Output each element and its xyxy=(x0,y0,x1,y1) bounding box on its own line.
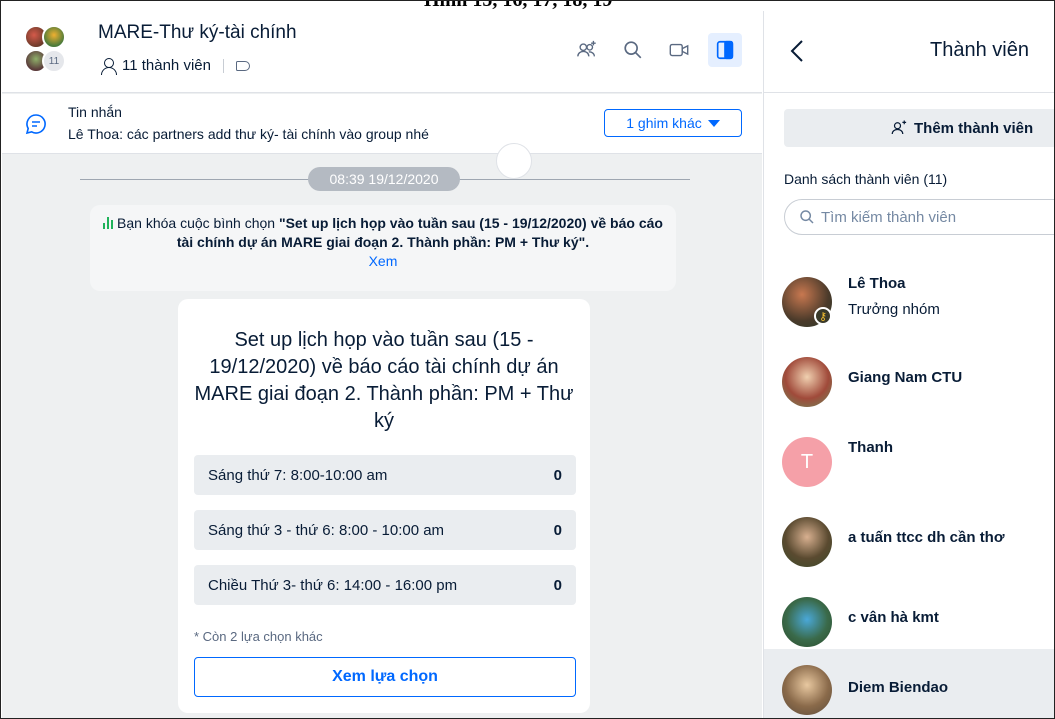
members-header: Thành viên xyxy=(764,11,1054,93)
avatar xyxy=(782,517,832,567)
add-member-button[interactable]: Thêm thành viên xyxy=(784,109,1054,147)
poll-option[interactable]: Sáng thứ 7: 8:00-10:00 am 0 xyxy=(194,455,576,495)
back-arrow-icon[interactable] xyxy=(786,35,810,67)
chat-header: 11 MARE-Thư ký-tài chính 11 thành viên xyxy=(2,11,762,93)
person-icon xyxy=(100,57,117,75)
poll-option[interactable]: Sáng thứ 3 - thứ 6: 8:00 - 10:00 am 0 xyxy=(194,510,576,550)
poll-option-label: Chiều Thứ 3- thứ 6: 14:00 - 16:00 pm xyxy=(208,576,458,594)
poll-option-count: 0 xyxy=(553,576,562,594)
poll-icon xyxy=(103,217,114,229)
poll-option[interactable]: Chiều Thứ 3- thứ 6: 14:00 - 16:00 pm 0 xyxy=(194,565,576,605)
sidebar-toggle-button[interactable] xyxy=(708,33,742,67)
more-pins-button[interactable]: 1 ghim khác xyxy=(604,109,742,137)
app-window: Hình 15, 16, 17, 18, 19 11 MARE-Thư ký-t… xyxy=(0,0,1055,719)
member-item[interactable]: a tuấn ttcc dh cần thơ xyxy=(764,501,1054,581)
tag-icon[interactable] xyxy=(235,60,250,71)
poll-question: Set up lịch họp vào tuần sau (15 - 19/12… xyxy=(194,329,574,432)
search-icon xyxy=(624,41,642,59)
caption-text: Hình 15, 16, 17, 18, 19 xyxy=(424,1,612,11)
member-name: Diem Biendao xyxy=(848,679,949,696)
add-member-label: Thêm thành viên xyxy=(914,119,1034,137)
poll-card: Set up lịch họp vào tuần sau (15 - 19/12… xyxy=(178,299,590,713)
add-member-icon xyxy=(577,40,596,57)
poll-option-label: Sáng thứ 3 - thứ 6: 8:00 - 10:00 am xyxy=(208,521,445,539)
time-stamp: 08:39 19/12/2020 xyxy=(308,167,460,191)
sidebar-toggle-icon xyxy=(716,40,734,60)
member-list-title: Danh sách thành viên (11) xyxy=(784,171,948,187)
avatar xyxy=(42,25,66,49)
add-member-icon xyxy=(891,120,907,135)
view-link[interactable]: Xem xyxy=(369,253,398,269)
header-actions xyxy=(570,33,742,67)
more-options-note: * Còn 2 lựa chọn khác xyxy=(194,629,323,644)
member-info: 11 thành viên xyxy=(100,57,250,75)
poll-option-label: Sáng thứ 7: 8:00-10:00 am xyxy=(208,466,388,484)
member-item[interactable]: Diem Biendao xyxy=(764,649,1054,718)
members-title: Thành viên xyxy=(930,39,1029,61)
chat-bubble-icon xyxy=(25,114,46,135)
search-placeholder: Tìm kiếm thành viên xyxy=(821,208,957,226)
add-member-button[interactable] xyxy=(570,33,604,67)
chat-panel: 11 MARE-Thư ký-tài chính 11 thành viên T… xyxy=(2,11,762,718)
pinned-title: Tin nhắn xyxy=(68,104,122,120)
member-name: Lê Thoa xyxy=(848,275,906,292)
page-caption: Hình 15, 16, 17, 18, 19 xyxy=(1,1,1054,11)
member-name: Thanh xyxy=(848,439,893,456)
system-message: Bạn khóa cuộc bình chọn "Set up lịch họp… xyxy=(90,205,676,291)
member-name: Giang Nam CTU xyxy=(848,369,963,386)
member-count-link[interactable]: 11 thành viên xyxy=(122,57,211,74)
scroll-down-button[interactable] xyxy=(496,143,532,179)
search-button[interactable] xyxy=(616,33,650,67)
member-search-input[interactable]: Tìm kiếm thành viên xyxy=(784,199,1054,235)
avatar xyxy=(782,357,832,407)
pinned-message-bar[interactable]: Tin nhắn Lê Thoa: các partners add thư k… xyxy=(2,94,762,154)
member-name: a tuấn ttcc dh cần thơ xyxy=(848,529,1005,546)
member-name: c vân hà kmt xyxy=(848,609,939,626)
member-item[interactable]: T Thanh xyxy=(764,421,1054,501)
poll-option-count: 0 xyxy=(553,521,562,539)
group-avatar[interactable]: 11 xyxy=(22,23,84,79)
divider xyxy=(222,58,224,73)
caret-down-icon xyxy=(707,119,720,127)
member-role: Trưởng nhóm xyxy=(848,301,940,318)
video-call-button[interactable] xyxy=(662,33,696,67)
avatar-count-badge: 11 xyxy=(42,49,66,73)
system-message-prefix: Bạn khóa cuộc bình chọn xyxy=(117,215,279,231)
member-item[interactable]: Giang Nam CTU xyxy=(764,341,1054,421)
poll-option-count: 0 xyxy=(553,466,562,484)
more-pins-label: 1 ghim khác xyxy=(626,115,702,131)
avatar xyxy=(782,597,832,647)
search-icon xyxy=(800,210,814,224)
avatar: T xyxy=(782,437,832,487)
key-icon: ⚷ xyxy=(814,307,832,325)
group-title[interactable]: MARE-Thư ký-tài chính xyxy=(98,22,297,44)
video-call-icon xyxy=(669,43,689,57)
members-panel: Thành viên Thêm thành viên Danh sách thà… xyxy=(763,11,1054,718)
pinned-text: Lê Thoa: các partners add thư ký- tài ch… xyxy=(68,126,429,142)
member-item[interactable]: ⚷ Lê Thoa Trưởng nhóm xyxy=(764,261,1054,341)
avatar xyxy=(782,665,832,715)
view-options-button[interactable]: Xem lựa chọn xyxy=(194,657,576,697)
